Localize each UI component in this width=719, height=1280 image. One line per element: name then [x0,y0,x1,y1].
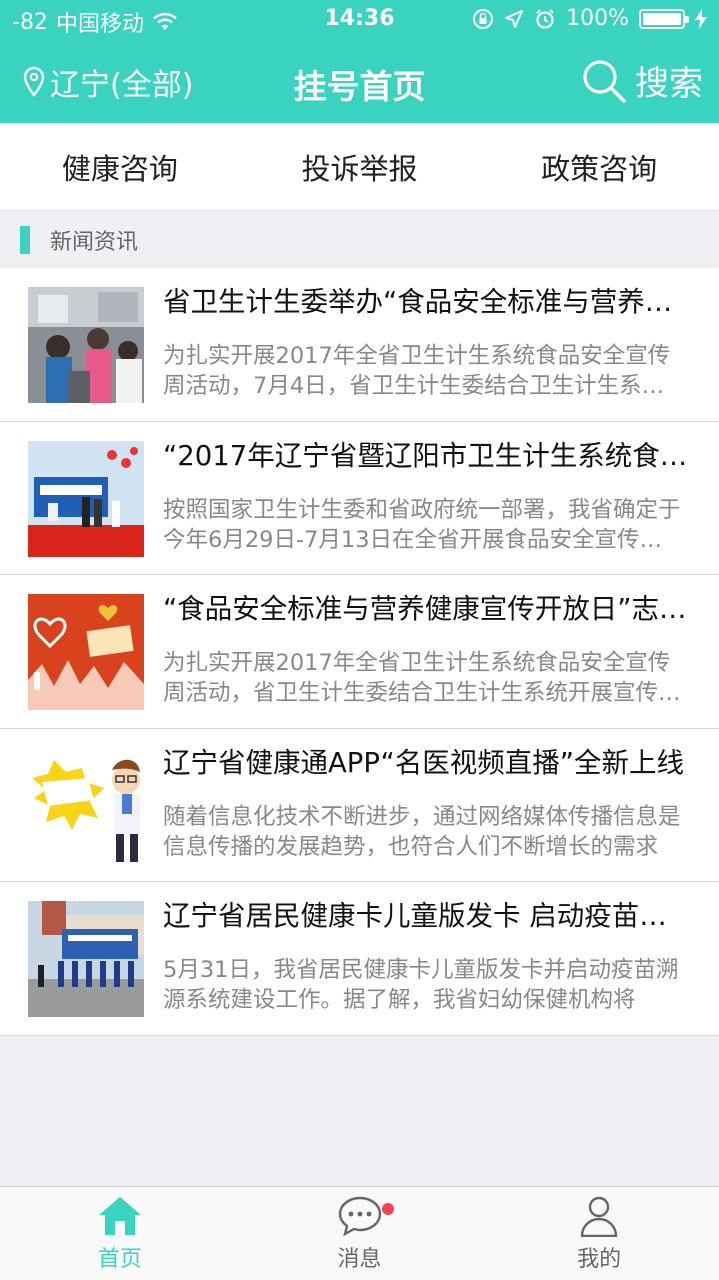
news-list: 省卫生计生委举办“食品安全标准与营养健康宣传开放日”活动 为扎实开展2017年全… [0,268,719,1036]
news-item[interactable]: 辽宁省健康通APP“名医视频直播”全新上线 随着信息化技术不断进步，通过网络媒体… [0,729,719,882]
location-label: 辽宁(全部) [50,68,194,103]
category-tabs: 健康咨询 投诉举报 政策咨询 [0,123,719,211]
news-photo-stage-ceremony [28,440,144,557]
tabbar-label-home: 首页 [97,1246,142,1272]
news-title: 辽宁省居民健康卡儿童版发卡 启动疫苗溯源系统建设工作 [163,900,693,932]
news-title: 辽宁省健康通APP“名医视频直播”全新上线 [163,746,684,779]
tab-health-consult[interactable]: 健康咨询 [0,123,240,210]
tabbar-item-messages[interactable]: 消息 [240,1187,480,1280]
news-thumbnail [28,901,144,1017]
chat-icon [338,1196,381,1236]
news-title: “2017年辽宁省暨辽阳市卫生计生系统食品安全宣传周”启动仪式 [163,439,693,472]
news-summary: 按照国家卫生计生委和省政府统一部署，我省确定于今年6月29日-7月13日在全省开… [163,496,681,553]
section-accent-bar [20,225,30,254]
news-summary: 为扎实开展2017年全省卫生计生系统食品安全宣传周活动，7月4日，省卫生计生委结… [163,343,671,399]
status-right: 100% [472,6,707,31]
news-thumbnail [28,287,144,403]
unread-badge [381,1203,394,1215]
charging-icon [695,8,707,29]
news-photo-doctor-cartoon [28,747,144,864]
news-photo-event-crowd [28,287,144,403]
search-icon [583,59,626,103]
location-selector[interactable]: 辽宁(全部) [22,60,193,104]
battery-icon [639,8,689,29]
section-title: 新闻资讯 [50,229,139,255]
bottom-tab-bar: 首页 消息 我的 [0,1186,719,1280]
news-thumbnail [28,440,144,557]
tabbar-label-profile: 我的 [577,1246,622,1272]
status-bar: -82 中国移动 14:36 100% [0,0,719,40]
news-item[interactable]: “2017年辽宁省暨辽阳市卫生计生系统食品安全宣传周”启动仪式 按照国家卫生计生… [0,422,719,575]
battery-percent: 100% [566,6,629,31]
location-pin-icon [23,66,45,97]
news-item[interactable]: 辽宁省居民健康卡儿童版发卡 启动疫苗溯源系统建设工作 5月31日，我省居民健康卡… [0,882,719,1036]
news-thumbnail [28,747,144,864]
tabbar-item-profile[interactable]: 我的 [479,1187,719,1280]
tabbar-label-messages: 消息 [337,1246,382,1272]
tab-policy-consult[interactable]: 政策咨询 [479,123,719,210]
battery-nub [685,15,689,23]
search-label: 搜索 [635,64,703,104]
search-button[interactable]: 搜索 [581,56,703,105]
news-summary: 为扎实开展2017年全省卫生计生系统食品安全宣传周活动，省卫生计生委结合卫生计生… [163,650,681,706]
news-photo-recruitment-poster [28,594,144,710]
battery-fill [643,12,681,25]
location-arrow-icon [505,9,524,28]
news-title: 省卫生计生委举办“食品安全标准与营养健康宣传开放日”活动 [163,286,693,318]
home-icon [98,1196,141,1235]
header: -82 中国移动 14:36 100% 辽宁(全部) 挂号首页 搜索 [0,0,719,123]
tab-complaint-report[interactable]: 投诉举报 [240,123,480,210]
news-summary: 5月31日，我省居民健康卡儿童版发卡并启动疫苗溯源系统建设工作。据了解，我省妇幼… [163,957,679,1013]
news-summary: 随着信息化技术不断进步，通过网络媒体传播信息是信息传播的发展趋势，也符合人们不断… [163,803,681,860]
user-icon [580,1196,618,1237]
navbar: 辽宁(全部) 挂号首页 搜索 [0,40,719,123]
news-title: “食品安全标准与营养健康宣传开放日”志愿者招募 [163,593,693,625]
rotation-lock-icon [473,8,494,29]
alarm-icon [536,8,554,29]
news-item[interactable]: 省卫生计生委举办“食品安全标准与营养健康宣传开放日”活动 为扎实开展2017年全… [0,268,719,422]
news-thumbnail [28,594,144,710]
tabbar-item-home[interactable]: 首页 [0,1187,240,1280]
section-header: 新闻资讯 [0,211,719,268]
news-photo-launch-event [28,901,144,1017]
news-item[interactable]: “食品安全标准与营养健康宣传开放日”志愿者招募 为扎实开展2017年全省卫生计生… [0,575,719,729]
